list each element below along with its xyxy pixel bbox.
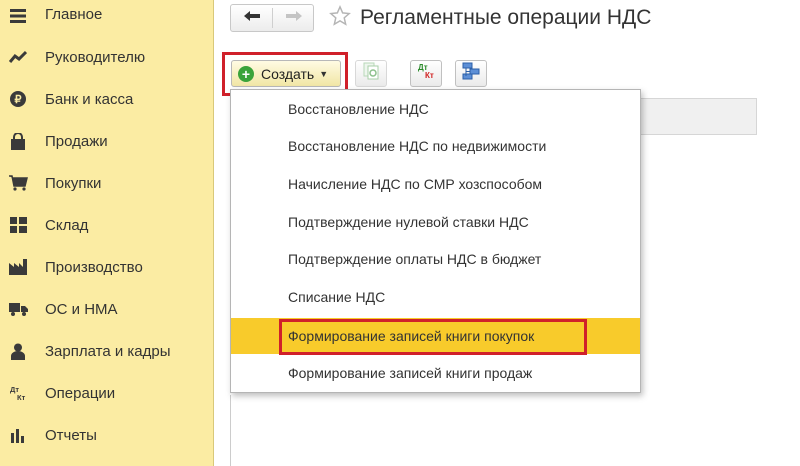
sidebar-item-label: Зарплата и кадры — [45, 342, 171, 360]
sidebar-item-label: Склад — [45, 216, 89, 234]
sidebar-item-label: ОС и НМА — [45, 300, 118, 318]
list-border — [230, 395, 231, 466]
list-header — [640, 98, 757, 135]
dt-kt-icon: Дт Кт — [8, 383, 28, 403]
sidebar-item-label: Руководителю — [45, 48, 146, 66]
sidebar-item-purchases[interactable]: Покупки — [0, 162, 213, 204]
sidebar-item-label: Отчеты — [45, 426, 97, 444]
structure-button[interactable] — [455, 60, 487, 87]
menu-item-highlight — [279, 319, 587, 355]
sidebar-item-label: Операции — [45, 384, 116, 402]
menu-lines-icon — [8, 6, 28, 26]
trend-chart-icon — [8, 47, 28, 67]
menu-item[interactable]: Формирование записей книги продаж — [231, 355, 640, 391]
sidebar-item-label: Продажи — [45, 132, 108, 150]
sidebar-item-label: Производство — [45, 258, 143, 276]
arrow-left-icon — [243, 9, 261, 27]
factory-icon — [8, 257, 28, 277]
menu-item[interactable]: Подтверждение нулевой ставки НДС — [231, 204, 640, 240]
sidebar-item-sales[interactable]: Продажи — [0, 120, 213, 162]
sidebar-item-label: Банк и касса — [45, 90, 134, 108]
svg-text:Кт: Кт — [17, 393, 26, 402]
menu-item[interactable]: Восстановление НДС — [231, 91, 640, 127]
sidebar-item-main[interactable]: Главное — [0, 0, 213, 32]
truck-icon — [8, 299, 28, 319]
sidebar-item-production[interactable]: Производство — [0, 246, 213, 288]
sidebar-item-operations[interactable]: Дт Кт Операции — [0, 372, 213, 414]
star-outline-icon — [329, 4, 351, 32]
sidebar-item-bank[interactable]: ₽ Банк и касса — [0, 78, 213, 120]
page-title: Регламентные операции НДС — [360, 6, 652, 29]
menu-item-label: Списание НДС — [288, 289, 386, 305]
person-icon — [8, 341, 28, 361]
sidebar-item-manager[interactable]: Руководителю — [0, 36, 213, 78]
warehouse-grid-icon — [8, 215, 28, 235]
shopping-cart-icon — [8, 173, 28, 193]
copy-document-icon — [363, 62, 379, 85]
sidebar-item-salary[interactable]: Зарплата и кадры — [0, 330, 213, 372]
menu-item-label: Формирование записей книги продаж — [288, 365, 533, 381]
coin-icon: ₽ — [8, 89, 28, 109]
menu-item-label: Подтверждение нулевой ставки НДС — [288, 214, 529, 230]
menu-item-label: Восстановление НДС по недвижимости — [288, 138, 547, 154]
postings-button[interactable]: Дт Кт — [410, 60, 442, 87]
arrow-right-icon — [285, 9, 303, 27]
sidebar-item-label: Покупки — [45, 174, 102, 192]
bar-chart-icon — [8, 425, 28, 445]
menu-item[interactable]: Начисление НДС по СМР хозспособом — [231, 166, 640, 202]
menu-item-label: Восстановление НДС — [288, 101, 429, 117]
sidebar-item-assets[interactable]: ОС и НМА — [0, 288, 213, 330]
menu-item-label: Начисление НДС по СМР хозспособом — [288, 176, 543, 192]
shopping-bag-icon — [8, 131, 28, 151]
sidebar-item-label: Главное — [45, 6, 103, 23]
svg-text:₽: ₽ — [15, 94, 22, 106]
history-nav — [230, 4, 314, 32]
kt-label: Кт — [425, 71, 434, 80]
menu-item[interactable]: Подтверждение оплаты НДС в бюджет — [231, 241, 640, 277]
sidebar: Главное Руководителю ₽ Банк и касса Прод… — [0, 0, 214, 466]
sidebar-item-warehouse[interactable]: Склад — [0, 204, 213, 246]
menu-item-label: Подтверждение оплаты НДС в бюджет — [288, 251, 542, 267]
menu-item[interactable]: Списание НДС — [231, 279, 640, 315]
dt-kt-icon: Дт Кт — [416, 62, 436, 85]
hierarchy-icon — [462, 62, 480, 85]
favorite-button[interactable] — [327, 4, 353, 32]
forward-button[interactable] — [273, 5, 314, 31]
menu-item[interactable]: Восстановление НДС по недвижимости — [231, 128, 640, 164]
back-button[interactable] — [231, 5, 272, 31]
copy-document-button[interactable] — [355, 60, 387, 87]
sidebar-item-reports[interactable]: Отчеты — [0, 414, 213, 456]
